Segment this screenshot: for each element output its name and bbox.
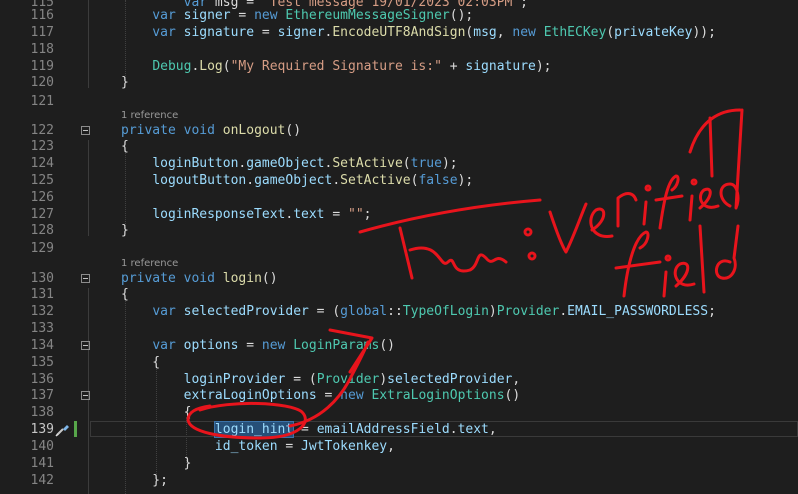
line-number: 135 (30, 355, 54, 370)
fold-toggle-icon[interactable] (81, 126, 90, 135)
line-number: 129 (30, 241, 54, 256)
code-line[interactable]: 142 }; (0, 472, 798, 489)
line-number: 124 (30, 156, 54, 171)
line-number: 142 (30, 473, 54, 488)
line-number: 131 (30, 287, 54, 302)
code-line[interactable]: 122 private void onLogout() (0, 122, 798, 139)
code-text[interactable]: logoutButton.gameObject.SetActive(false)… (121, 172, 473, 189)
line-number: 132 (30, 304, 54, 319)
code-line[interactable]: 120 } (0, 74, 798, 91)
code-line[interactable]: 135 { (0, 354, 798, 371)
line-number: 128 (30, 223, 54, 238)
code-line[interactable]: 138 { (0, 404, 798, 421)
code-text[interactable]: var signer = new EthereumMessageSigner()… (121, 7, 473, 24)
change-indicator (74, 421, 77, 437)
line-number: 123 (30, 139, 54, 154)
code-text[interactable]: loginButton.gameObject.SetActive(true); (121, 155, 457, 172)
code-line[interactable]: 134 var options = new LoginParams() (0, 337, 798, 354)
code-line[interactable]: 128 } (0, 222, 798, 239)
line-number: 141 (30, 456, 54, 471)
codelens-reference[interactable]: 1 reference (121, 257, 178, 270)
code-line[interactable]: 131 { (0, 286, 798, 303)
selected-token[interactable]: login_hint (213, 421, 295, 438)
code-line[interactable]: 119 Debug.Log("My Required Signature is:… (0, 58, 798, 75)
code-line[interactable]: 116 var signer = new EthereumMessageSign… (0, 7, 798, 24)
code-line[interactable]: 125 logoutButton.gameObject.SetActive(fa… (0, 172, 798, 189)
code-line[interactable]: 124 loginButton.gameObject.SetActive(tru… (0, 155, 798, 172)
code-text[interactable]: } (121, 455, 192, 472)
code-line[interactable]: 118 (0, 41, 798, 58)
code-line[interactable]: 117 var signature = signer.EncodeUTF8And… (0, 24, 798, 41)
line-number: 119 (30, 59, 54, 74)
line-number: 138 (30, 405, 54, 420)
code-line[interactable]: 133 (0, 320, 798, 337)
line-number: 121 (30, 94, 54, 109)
codelens-reference[interactable]: 1 reference (121, 109, 178, 122)
code-text[interactable]: { (121, 138, 129, 155)
code-line[interactable]: 136 loginProvider = (Provider)selectedPr… (0, 371, 798, 388)
line-number: 117 (30, 25, 54, 40)
line-number: 133 (30, 321, 54, 336)
code-text[interactable]: loginResponseText.text = ""; (121, 206, 371, 223)
code-text[interactable]: { (121, 286, 129, 303)
line-number: 120 (30, 75, 54, 90)
code-text[interactable]: } (121, 74, 129, 91)
code-line[interactable]: 137 extraLoginOptions = new ExtraLoginOp… (0, 387, 798, 404)
line-number: 137 (30, 388, 54, 403)
code-line[interactable]: 130 private void login() (0, 270, 798, 287)
code-line[interactable]: 129 (0, 240, 798, 257)
code-text[interactable]: { (121, 404, 192, 421)
line-number: 140 (30, 439, 54, 454)
code-line[interactable]: 121 (0, 93, 798, 110)
code-text[interactable]: } (121, 222, 129, 239)
line-number: 126 (30, 190, 54, 205)
fold-toggle-icon[interactable] (81, 274, 90, 283)
code-line[interactable]: 126 (0, 189, 798, 206)
code-text[interactable]: var selectedProvider = (global::TypeOfLo… (121, 303, 716, 320)
code-editor[interactable]: 115 var msg = "Test message 19/01/2023 0… (0, 0, 798, 494)
line-number: 136 (30, 372, 54, 387)
code-text[interactable]: var options = new LoginParams() (121, 337, 395, 354)
code-text[interactable]: extraLoginOptions = new ExtraLoginOption… (121, 387, 521, 404)
code-text[interactable]: { (121, 354, 160, 371)
code-line[interactable]: 127 loginResponseText.text = ""; (0, 206, 798, 223)
code-text[interactable]: }; (121, 472, 168, 489)
fold-toggle-icon[interactable] (81, 391, 90, 400)
code-text[interactable]: var signature = signer.EncodeUTF8AndSign… (121, 24, 716, 41)
code-line[interactable]: 132 var selectedProvider = (global::Type… (0, 303, 798, 320)
code-line[interactable]: 140 id_token = JwtTokenkey, (0, 438, 798, 455)
code-line[interactable]: 123 { (0, 138, 798, 155)
code-line-active[interactable]: 139 login_hint = emailAddressField.text, (0, 421, 798, 438)
line-number: 134 (30, 338, 54, 353)
code-text[interactable]: loginProvider = (Provider)selectedProvid… (121, 371, 521, 388)
line-number: 125 (30, 173, 54, 188)
quick-actions-icon[interactable] (55, 423, 71, 437)
fold-toggle-icon[interactable] (81, 341, 90, 350)
code-text[interactable]: private void onLogout() (121, 122, 301, 139)
line-number: 118 (30, 42, 54, 57)
code-text[interactable]: private void login() (121, 270, 278, 287)
code-line[interactable]: 141 } (0, 455, 798, 472)
code-text[interactable]: id_token = JwtTokenkey, (121, 438, 395, 455)
line-number: 116 (30, 8, 54, 23)
line-number: 139 (30, 422, 54, 437)
code-text[interactable]: Debug.Log("My Required Signature is:" + … (121, 58, 551, 75)
code-text[interactable]: login_hint = emailAddressField.text, (121, 421, 497, 438)
line-number: 130 (30, 271, 54, 286)
line-number: 122 (30, 123, 54, 138)
line-number: 127 (30, 207, 54, 222)
